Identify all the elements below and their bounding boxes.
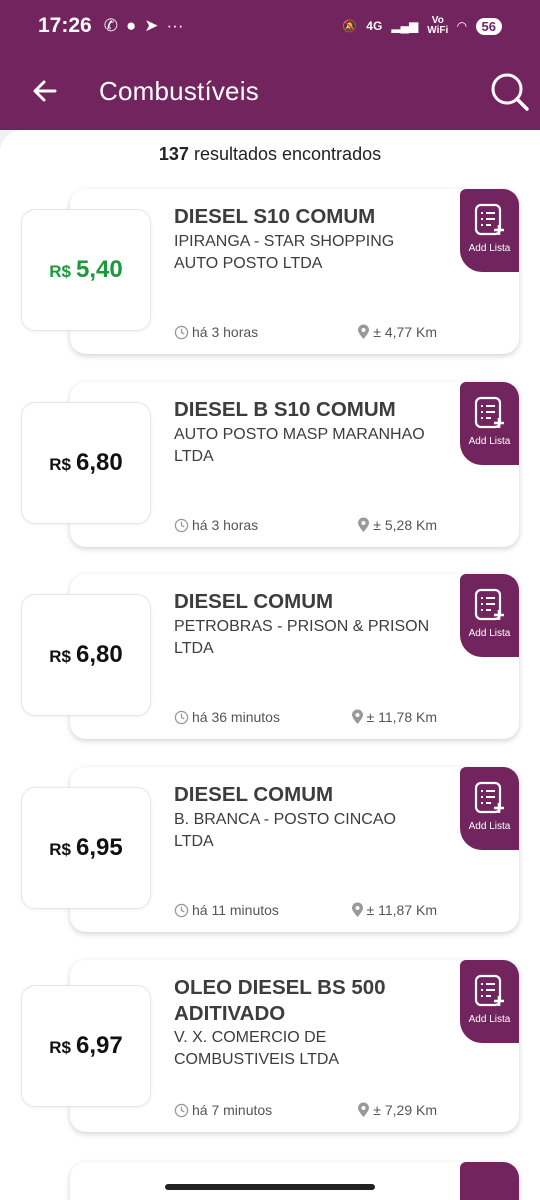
price-box: R$ 5,40 [21, 209, 151, 331]
add-to-list-button[interactable]: Add Lista [460, 189, 519, 272]
station-name: PETROBRAS - PRISON & PRISON LTDA [174, 618, 430, 657]
price: R$ 6,95 [49, 834, 123, 861]
list-add-icon [474, 588, 504, 621]
location-pin-icon [351, 709, 363, 724]
arrow-left-icon[interactable] [28, 74, 62, 108]
more-icon: ··· [166, 16, 184, 35]
price-box: R$ 6,95 [21, 787, 151, 909]
add-to-list-label: Add Lista [468, 436, 511, 447]
network-label: 4G [366, 19, 383, 33]
updated-time: há 3 horas [174, 517, 258, 533]
home-indicator[interactable] [165, 1184, 375, 1190]
distance: ± 11,78 Km [351, 709, 437, 725]
updated-time: há 11 minutos [174, 902, 279, 918]
status-right: 🔕 4G ▂▄▆ Vo WiFi ◠ 56 [342, 16, 502, 36]
telegram-icon: ➤ [144, 16, 159, 35]
add-to-list-button[interactable]: Add Lista [460, 960, 519, 1043]
add-to-list-button[interactable] [460, 1162, 519, 1200]
price: R$ 6,97 [49, 1032, 123, 1059]
price-box: R$ 6,97 [21, 985, 151, 1107]
search-icon[interactable] [488, 70, 530, 112]
add-to-list-label: Add Lista [468, 628, 511, 639]
price: R$ 6,80 [49, 449, 123, 476]
location-pin-icon [358, 1102, 370, 1117]
fuel-name: OLEO DIESEL BS 500 ADITIVADO [174, 976, 386, 1025]
add-to-list-label: Add Lista [468, 1014, 511, 1025]
signal-icon: ▂▄▆ [391, 19, 419, 33]
list-add-icon [474, 781, 504, 814]
distance: ± 11,87 Km [351, 902, 437, 918]
fuel-name: DIESEL COMUM [174, 590, 334, 613]
vowifi-icon: Vo WiFi [427, 15, 449, 36]
price-box: R$ 6,80 [21, 402, 151, 524]
add-to-list-button[interactable]: Add Lista [460, 767, 519, 850]
price: R$ 5,40 [49, 256, 123, 283]
clock-icon [174, 710, 189, 724]
fuel-card[interactable] [70, 1162, 519, 1200]
updated-time: há 3 horas [174, 324, 258, 340]
add-to-list-button[interactable]: Add Lista [460, 382, 519, 465]
distance: ± 4,77 Km [357, 324, 437, 340]
distance: ± 7,29 Km [357, 1102, 437, 1118]
station-name: B. BRANCA - POSTO CINCAO LTDA [174, 811, 396, 850]
mute-icon: 🔕 [342, 19, 358, 33]
price-box: R$ 6,80 [21, 594, 151, 716]
location-pin-icon [358, 517, 370, 532]
updated-time: há 36 minutos [174, 709, 280, 725]
app-bar: Combustíveis [0, 52, 540, 130]
wifi-icon: ◠ [457, 19, 467, 33]
add-to-list-label: Add Lista [468, 243, 511, 254]
station-name: V. X. COMERCIO DE COMBUSTIVEIS LTDA [174, 1029, 340, 1068]
status-bar: 17:26 ✆ ● ➤ ··· 🔕 4G ▂▄▆ Vo WiFi ◠ 56 [0, 0, 540, 52]
fuel-name: DIESEL COMUM [174, 783, 334, 806]
list-add-icon [474, 396, 504, 429]
status-time: 17:26 [38, 14, 92, 37]
results-content[interactable]: 137 resultados encontrados DIESEL S10 CO… [0, 130, 540, 1200]
location-pin-icon [351, 902, 363, 917]
battery-icon: 56 [475, 17, 502, 35]
clock-icon [174, 325, 189, 339]
chat-icon: ● [125, 16, 137, 35]
results-count: 137 resultados encontrados [158, 144, 382, 164]
list-add-icon [474, 203, 504, 236]
location-pin-icon [358, 324, 370, 339]
list-add-icon [474, 974, 504, 1007]
notification-icons: ✆ ● ➤ ··· [104, 16, 184, 36]
updated-time: há 7 minutos [174, 1102, 272, 1118]
header: 17:26 ✆ ● ➤ ··· 🔕 4G ▂▄▆ Vo WiFi ◠ 56 Com… [0, 0, 540, 130]
clock-icon [174, 903, 189, 917]
clock-icon [174, 1103, 189, 1117]
add-to-list-label: Add Lista [468, 821, 511, 832]
add-to-list-button[interactable]: Add Lista [460, 574, 519, 657]
price: R$ 6,80 [49, 641, 123, 668]
station-name: AUTO POSTO MASP MARANHAO LTDA [174, 426, 425, 465]
page-title: Combustíveis [99, 76, 259, 106]
whatsapp-icon: ✆ [103, 16, 118, 35]
distance: ± 5,28 Km [357, 517, 437, 533]
fuel-name: DIESEL S10 COMUM [174, 205, 376, 228]
fuel-name: DIESEL B S10 COMUM [174, 398, 396, 421]
clock-icon [174, 518, 189, 532]
station-name: IPIRANGA - STAR SHOPPING AUTO POSTO LTDA [174, 233, 395, 272]
